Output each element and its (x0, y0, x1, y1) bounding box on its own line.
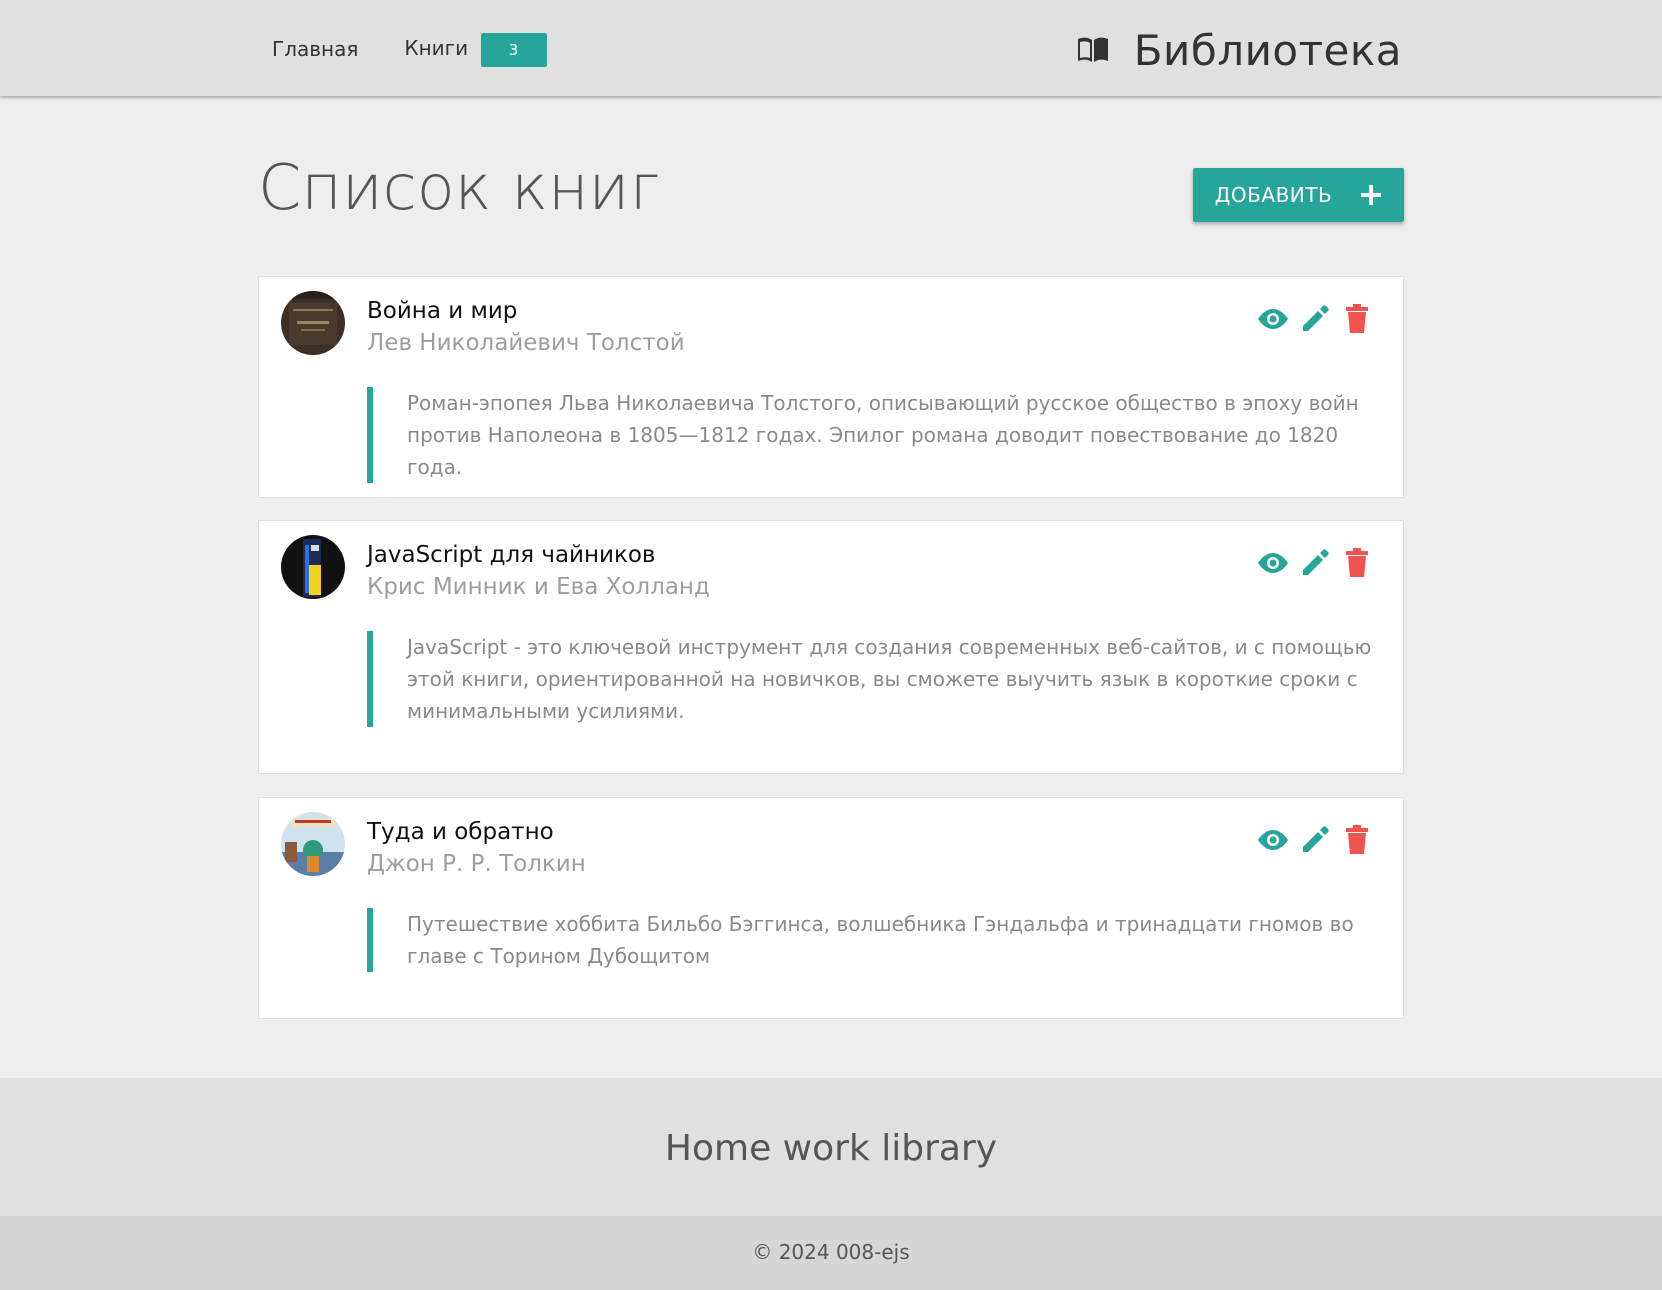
add-book-button[interactable]: ДОБАВИТЬ (1193, 168, 1404, 222)
book-description: JavaScript - это ключевой инструмент для… (367, 631, 1377, 727)
nav-link-home[interactable]: Главная (258, 32, 372, 66)
eye-icon (1258, 309, 1288, 329)
pencil-icon (1303, 305, 1329, 331)
books-count-badge: 3 (480, 33, 547, 67)
edit-button[interactable] (1297, 822, 1333, 858)
delete-button[interactable] (1339, 822, 1375, 858)
eye-icon (1258, 830, 1288, 850)
view-button[interactable] (1255, 822, 1291, 858)
add-book-button-label: ДОБАВИТЬ (1214, 183, 1333, 207)
nav-link-books-label: Книги (404, 36, 469, 60)
eye-icon (1258, 553, 1288, 573)
pencil-icon (1303, 549, 1329, 575)
book-cover-avatar (281, 291, 345, 355)
book-author: Джон Р. Р. Толкин (367, 851, 586, 877)
copyright-text: © 2024 008-ejs (752, 1240, 910, 1264)
book-card: JavaScript для чайников Крис Минник и Ев… (258, 520, 1404, 774)
book-description: Роман-эпопея Льва Николаевича Толстого, … (367, 387, 1377, 483)
pencil-icon (1303, 826, 1329, 852)
book-card: Туда и обратно Джон Р. Р. Толкин Путешес… (258, 797, 1404, 1019)
footer-copyright-bar: © 2024 008-ejs (0, 1216, 1662, 1290)
brand-logo[interactable]: Библиотека (1076, 22, 1402, 78)
book-cover-avatar (281, 812, 345, 876)
nav-links: Главная Книги 3 (258, 31, 561, 67)
page-title: Список книг (258, 151, 660, 224)
book-actions (1249, 545, 1375, 581)
brand-title: Библиотека (1133, 25, 1402, 75)
book-title: JavaScript для чайников (367, 542, 656, 568)
book-description: Путешествие хоббита Бильбо Бэггинса, вол… (367, 908, 1377, 972)
footer-title: Home work library (664, 1128, 998, 1169)
footer: Home work library (0, 1078, 1662, 1216)
trash-icon (1346, 825, 1368, 854)
nav-link-books[interactable]: Книги 3 (390, 31, 560, 67)
trash-icon (1346, 304, 1368, 333)
book-title: Война и мир (367, 298, 518, 324)
view-button[interactable] (1255, 545, 1291, 581)
book-card: Война и мир Лев Николайевич Толстой Рома… (258, 276, 1404, 498)
plus-icon (1360, 184, 1382, 206)
book-actions (1249, 301, 1375, 337)
delete-button[interactable] (1339, 301, 1375, 337)
book-title: Туда и обратно (367, 819, 554, 845)
view-button[interactable] (1255, 301, 1291, 337)
book-cover-avatar (281, 535, 345, 599)
open-book-icon (1077, 37, 1108, 62)
delete-button[interactable] (1339, 545, 1375, 581)
edit-button[interactable] (1297, 301, 1333, 337)
edit-button[interactable] (1297, 545, 1333, 581)
trash-icon (1346, 548, 1368, 577)
book-actions (1249, 822, 1375, 858)
navbar: Главная Книги 3 Библиотека (0, 0, 1662, 96)
book-author: Лев Николайевич Толстой (367, 330, 685, 356)
book-author: Крис Минник и Ева Холланд (367, 574, 710, 600)
